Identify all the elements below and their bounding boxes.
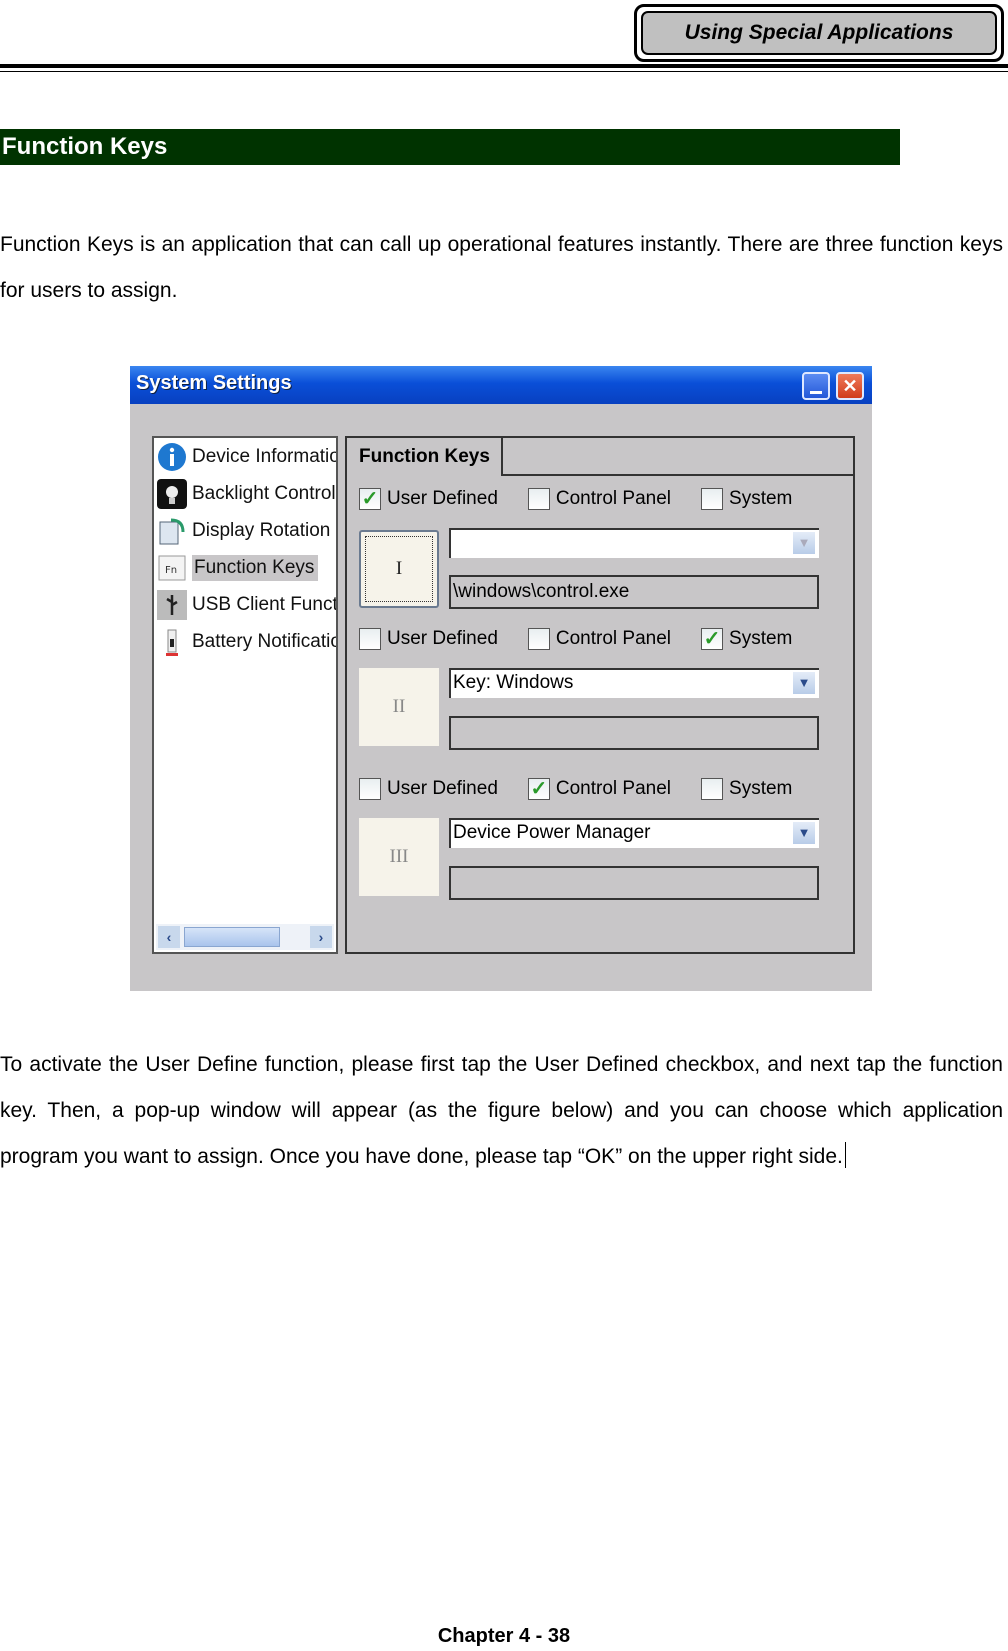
scrollbar-thumb[interactable] — [184, 927, 280, 947]
function-key-1-button[interactable]: I — [359, 530, 439, 608]
usb-icon — [156, 589, 188, 621]
scroll-right-icon[interactable]: › — [310, 926, 332, 948]
sidebar-item-label: Battery Notification — [192, 631, 336, 652]
lightbulb-icon — [156, 478, 188, 510]
window-title: System Settings — [136, 372, 292, 394]
system-settings-window: System Settings ✕ Device Information Bac… — [130, 366, 872, 991]
function-key-3-button[interactable]: III — [359, 818, 439, 896]
checkbox-unchecked-icon — [527, 488, 550, 510]
checkbox-checked-icon: ✓ — [527, 778, 550, 800]
minimize-button[interactable] — [802, 372, 830, 400]
chapter-tab-label: Using Special Applications — [641, 11, 997, 55]
page-footer: Chapter 4 - 38 — [437, 1625, 571, 1647]
checkbox-unchecked-icon — [701, 778, 724, 800]
sidebar-item-label: Display Rotation — [192, 520, 331, 541]
sidebar-item-label: Backlight Control — [192, 483, 336, 504]
text-cursor — [844, 1142, 846, 1168]
checkbox-checked-icon: ✓ — [359, 488, 381, 510]
key-2-options: User Defined Control Panel ✓ System — [359, 624, 822, 654]
checkbox-unchecked-icon — [701, 488, 724, 510]
chevron-down-icon[interactable]: ▼ — [793, 672, 815, 694]
key-3-control-panel-checkbox[interactable]: ✓ Control Panel — [527, 778, 671, 800]
sidebar-item-label: Device Information — [192, 446, 336, 467]
function-key-2-button[interactable]: II — [359, 668, 439, 746]
key-2-system-checkbox[interactable]: ✓ System — [701, 628, 792, 650]
key-1-system-checkbox[interactable]: System — [701, 488, 792, 510]
key-3-system-checkbox[interactable]: System — [701, 778, 792, 800]
close-button[interactable]: ✕ — [836, 372, 864, 400]
sidebar-item-function-keys[interactable]: Fn Function Keys — [156, 551, 336, 585]
header-rule — [0, 64, 1008, 68]
horizontal-scrollbar[interactable]: ‹ › — [156, 924, 334, 950]
scroll-left-icon[interactable]: ‹ — [158, 926, 180, 948]
instructions-paragraph: To activate the User Define function, pl… — [0, 1053, 1003, 1168]
key-3-path-field[interactable] — [449, 866, 819, 900]
key-3-user-defined-checkbox[interactable]: User Defined — [359, 778, 498, 800]
battery-icon — [156, 626, 188, 658]
header-rule-thin — [0, 71, 1008, 72]
key-3-options: User Defined ✓ Control Panel System — [359, 774, 822, 804]
sidebar-item-label: Function Keys — [192, 555, 319, 581]
key-2-path-field[interactable] — [449, 716, 819, 750]
key-2-control-panel-checkbox[interactable]: Control Panel — [527, 628, 671, 650]
key-1-control-panel-checkbox[interactable]: Control Panel — [527, 488, 671, 510]
info-icon — [156, 441, 188, 473]
rotation-icon — [156, 515, 188, 547]
fn-key-icon: Fn — [156, 552, 188, 584]
sidebar-item-battery-notification[interactable]: Battery Notification — [156, 625, 336, 659]
checkbox-checked-icon: ✓ — [701, 628, 724, 650]
sidebar-item-display-rotation[interactable]: Display Rotation — [156, 514, 336, 548]
key-2-combo[interactable]: Key: Windows ▼ — [449, 668, 819, 698]
key-1-path-field[interactable]: \windows\control.exe — [449, 575, 819, 609]
chevron-down-icon[interactable]: ▼ — [793, 822, 815, 844]
intro-paragraph: Function Keys is an application that can… — [0, 233, 1003, 302]
settings-list: Device Information Backlight Control Dis… — [152, 436, 338, 954]
key-2-user-defined-checkbox[interactable]: User Defined — [359, 628, 498, 650]
close-icon: ✕ — [842, 375, 858, 396]
sidebar-item-backlight-control[interactable]: Backlight Control — [156, 477, 336, 511]
key-1-options: ✓ User Defined Control Panel System — [359, 484, 822, 514]
focus-rectangle — [365, 536, 433, 602]
checkbox-unchecked-icon — [359, 778, 381, 800]
sidebar-item-device-information[interactable]: Device Information — [156, 440, 336, 474]
section-title: Function Keys — [0, 129, 900, 165]
sidebar-item-label: USB Client Function — [192, 594, 336, 615]
checkbox-unchecked-icon — [359, 628, 381, 650]
key-1-user-defined-checkbox[interactable]: ✓ User Defined — [359, 488, 498, 510]
sidebar-item-usb-client[interactable]: USB Client Function — [156, 588, 336, 622]
function-keys-panel: Function Keys ✓ User Defined Control Pane… — [345, 436, 855, 954]
minimize-icon — [810, 390, 822, 394]
title-bar: System Settings ✕ — [130, 366, 872, 404]
chapter-tab: Using Special Applications — [634, 4, 1004, 62]
tab-function-keys[interactable]: Function Keys — [345, 436, 503, 476]
checkbox-unchecked-icon — [527, 628, 550, 650]
svg-text:Fn: Fn — [165, 565, 177, 576]
key-3-combo[interactable]: Device Power Manager ▼ — [449, 818, 819, 848]
chevron-down-icon[interactable]: ▼ — [793, 532, 815, 554]
key-1-combo[interactable]: ▼ — [449, 528, 819, 558]
tab-divider — [502, 474, 853, 476]
